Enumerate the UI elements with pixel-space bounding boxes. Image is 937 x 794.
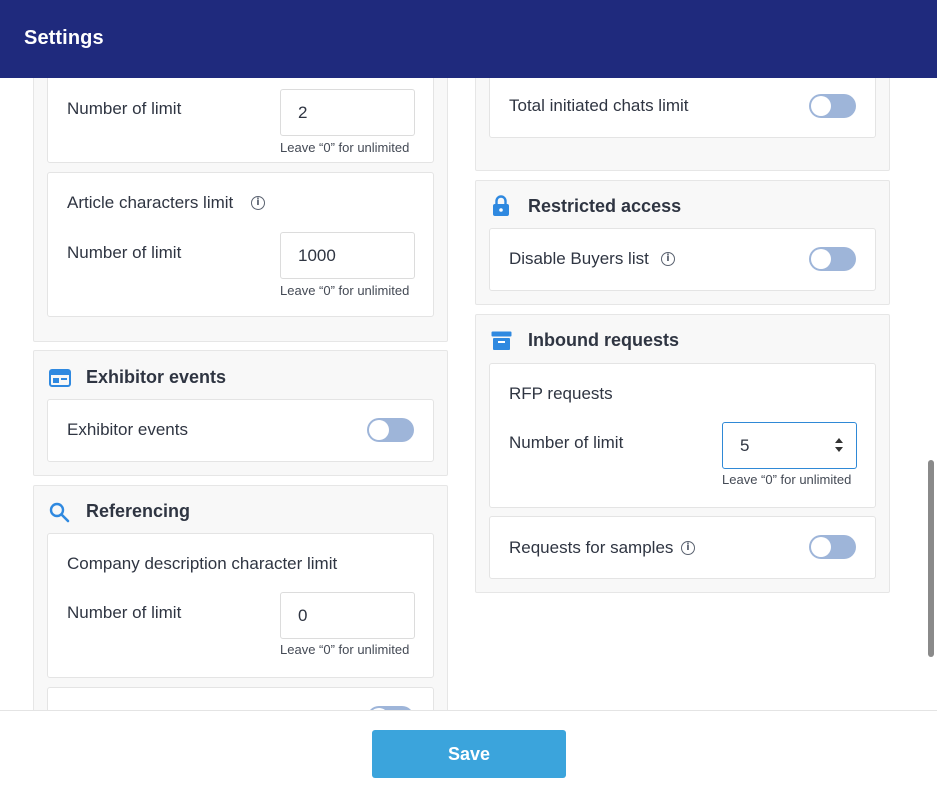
rfp-requests-input[interactable]: 5 (722, 422, 857, 469)
posts-section: Number of limit 2 Leave “0” for unlimite… (33, 78, 448, 342)
info-icon[interactable]: i (681, 541, 695, 555)
disable-buyers-card: Disable Buyers list i (489, 228, 876, 291)
chats-section: Total initiated chats limit (475, 78, 890, 171)
footer-bar: Save (0, 710, 937, 794)
lock-icon (493, 195, 509, 216)
number-of-limit-label: Number of limit (67, 243, 182, 262)
exhibitor-events-toggle[interactable] (367, 418, 414, 442)
referencing-section: Referencing Company description characte… (33, 485, 448, 710)
next-referencing-card (47, 687, 434, 710)
stepper-up-icon[interactable] (835, 438, 843, 443)
requests-samples-label: Requests for samples (509, 538, 674, 557)
search-icon (49, 502, 70, 523)
settings-content[interactable]: Number of limit 2 Leave “0” for unlimite… (0, 78, 937, 710)
vertical-scrollbar[interactable] (928, 460, 934, 657)
article-characters-input[interactable]: 1000 (280, 232, 415, 279)
requests-samples-card: Requests for samples i (489, 516, 876, 579)
number-of-limit-label: Number of limit (509, 433, 624, 452)
settings-header: Settings (0, 0, 937, 78)
stepper-down-icon[interactable] (835, 447, 843, 452)
total-chats-toggle[interactable] (809, 94, 856, 118)
referencing-title: Referencing (86, 501, 191, 521)
post-limit-card: Number of limit 2 Leave “0” for unlimite… (47, 78, 434, 163)
restricted-access-section: Restricted access Disable Buyers list i (475, 180, 890, 305)
unlimited-hint: Leave “0” for unlimited (722, 472, 852, 487)
requests-samples-toggle[interactable] (809, 535, 856, 559)
page-title: Settings (24, 27, 104, 49)
total-chats-card: Total initiated chats limit (489, 78, 876, 138)
exhibitor-events-section: Exhibitor events Exhibitor events (33, 350, 448, 476)
number-of-limit-label: Number of limit (67, 99, 182, 118)
exhibitor-events-title: Exhibitor events (86, 367, 227, 387)
archive-box-icon (491, 331, 512, 350)
unlimited-hint: Leave “0” for unlimited (280, 283, 410, 298)
restricted-access-title: Restricted access (528, 196, 682, 216)
number-of-limit-label: Number of limit (67, 603, 182, 622)
disable-buyers-label: Disable Buyers list (509, 249, 649, 268)
calendar-window-icon (49, 369, 71, 387)
rfp-requests-value: 5 (740, 436, 750, 455)
company-description-label: Company description character limit (67, 554, 338, 573)
post-limit-input[interactable]: 2 (280, 89, 415, 136)
inbound-requests-title: Inbound requests (528, 330, 680, 350)
info-icon[interactable]: i (661, 252, 675, 266)
total-chats-label: Total initiated chats limit (509, 96, 689, 115)
inbound-requests-section: Inbound requests RFP requests Number of … (475, 314, 890, 593)
exhibitor-events-card: Exhibitor events (47, 399, 434, 462)
unlimited-hint: Leave “0” for unlimited (280, 642, 410, 657)
unlimited-hint: Leave “0” for unlimited (280, 140, 410, 155)
disable-buyers-toggle[interactable] (809, 247, 856, 271)
exhibitor-events-toggle-label: Exhibitor events (67, 420, 188, 439)
save-button[interactable]: Save (372, 730, 566, 778)
rfp-requests-label: RFP requests (509, 384, 613, 403)
article-characters-label: Article characters limit (67, 193, 234, 212)
company-description-card: Company description character limit Numb… (47, 533, 434, 678)
article-characters-card: Article characters limit i Number of lim… (47, 172, 434, 317)
rfp-requests-card: RFP requests Number of limit 5 Leave “0”… (489, 363, 876, 508)
company-description-input[interactable]: 0 (280, 592, 415, 639)
info-icon[interactable]: i (251, 196, 265, 210)
number-stepper[interactable] (834, 435, 844, 457)
